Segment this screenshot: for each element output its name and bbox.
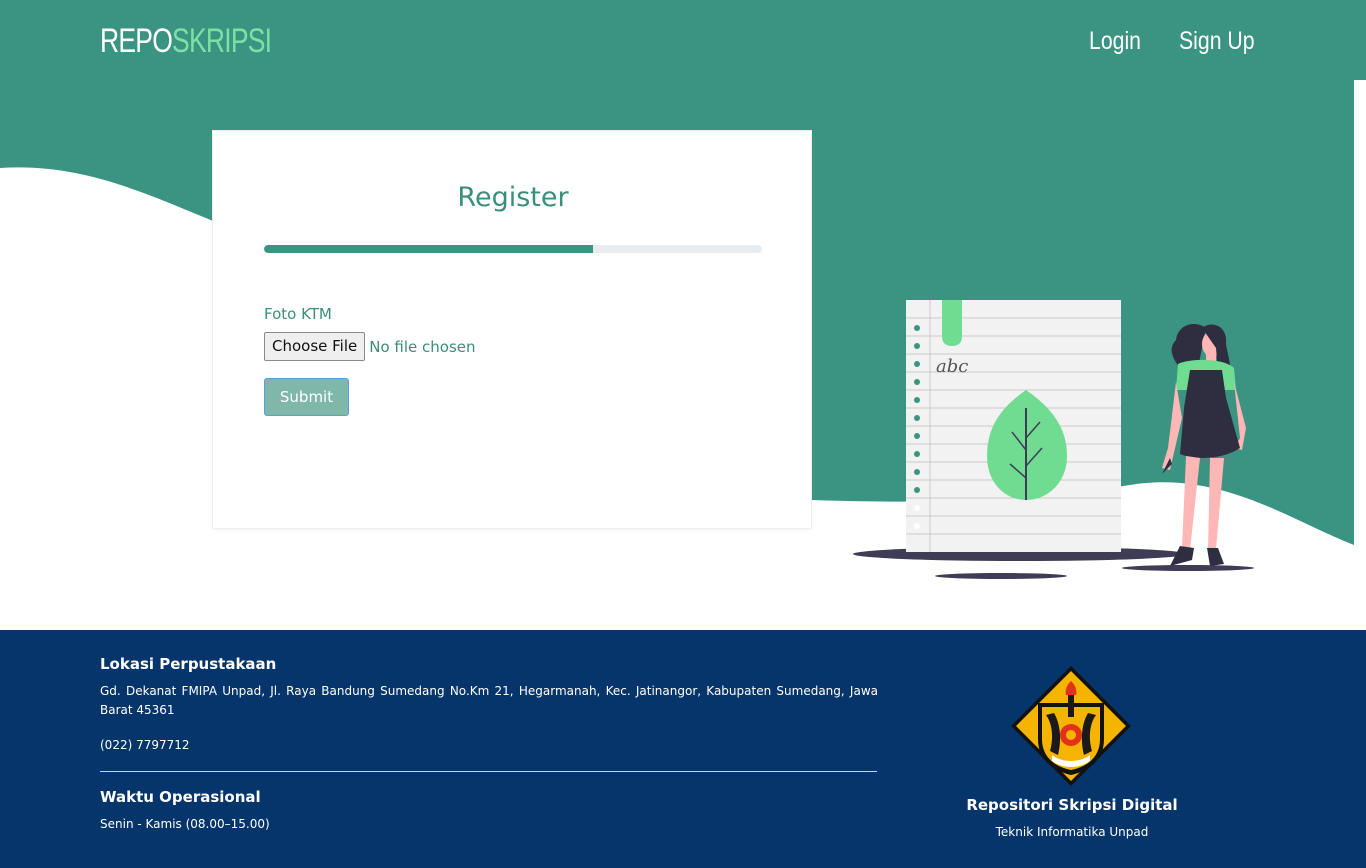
location-heading: Lokasi Perpustakaan — [100, 655, 277, 673]
department-text: Teknik Informatika Unpad — [995, 825, 1149, 839]
footer: Lokasi Perpustakaan Gd. Dekanat FMIPA Un… — [0, 630, 1366, 868]
signup-link[interactable]: Sign Up — [1179, 24, 1255, 58]
university-logo — [1011, 666, 1131, 786]
progress-bar — [264, 245, 762, 253]
small-shadow — [935, 573, 1067, 579]
bookmark-icon — [942, 300, 962, 346]
hero-section: REPOSKRIPSI Login Sign Up Register Foto … — [0, 0, 1366, 630]
register-title: Register — [457, 182, 569, 213]
foto-ktm-label: Foto KTM — [264, 305, 332, 323]
register-card: Register Foto KTM Choose File No file ch… — [212, 130, 812, 529]
brand-part-skripsi: SKRIPSI — [172, 22, 272, 60]
phone-text: (022) 7797712 — [100, 738, 190, 752]
choose-file-button[interactable]: Choose File — [264, 332, 366, 361]
navbar: REPOSKRIPSI Login Sign Up — [0, 0, 1366, 84]
brand-logo[interactable]: REPOSKRIPSI — [100, 20, 272, 62]
notebook-text: abc — [936, 356, 968, 377]
file-input[interactable]: Choose File No file chosen — [264, 332, 476, 361]
login-link[interactable]: Login — [1089, 24, 1141, 58]
submit-button[interactable]: Submit — [264, 378, 349, 416]
hours-text: Senin - Kamis (08.00–15.00) — [100, 817, 270, 831]
person-shadow — [1122, 565, 1254, 571]
file-status-text: No file chosen — [369, 337, 476, 356]
address-text: Gd. Dekanat FMIPA Unpad, Jl. Raya Bandun… — [100, 684, 878, 717]
hours-heading: Waktu Operasional — [100, 788, 261, 806]
notebook-illustration: abc — [853, 300, 1254, 579]
brand-part-repo: REPO — [100, 22, 173, 60]
site-name: Repositori Skripsi Digital — [966, 796, 1178, 814]
footer-divider — [100, 771, 877, 772]
woman-illustration — [1162, 324, 1246, 566]
progress-bar-fill — [264, 245, 593, 253]
